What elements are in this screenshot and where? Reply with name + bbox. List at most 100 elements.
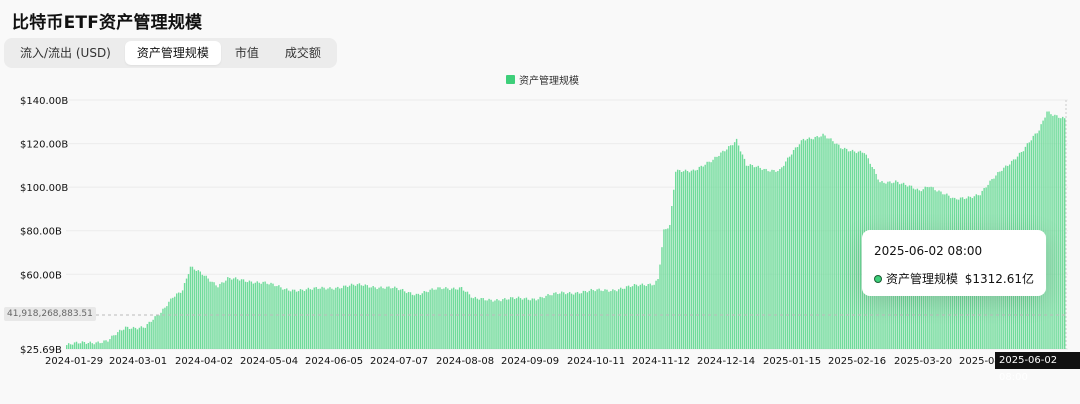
aum-bar-chart[interactable]: $25.69B $60.00B $80.00B $100.00B $120.00B $14… bbox=[0, 0, 1080, 404]
aum-bar bbox=[411, 294, 414, 349]
aum-bar bbox=[565, 294, 567, 349]
aum-bar bbox=[680, 171, 683, 349]
aum-bar bbox=[1054, 114, 1056, 349]
aum-bar bbox=[280, 287, 282, 349]
aum-bar bbox=[437, 287, 439, 349]
aum-bar bbox=[527, 299, 530, 349]
aum-bar bbox=[109, 339, 111, 349]
tooltip-series-name: 资产管理规模 bbox=[886, 272, 959, 286]
aum-bar bbox=[252, 283, 255, 349]
x-tick-label: 2025-01-15 bbox=[763, 356, 821, 367]
aum-bar bbox=[840, 148, 842, 349]
aum-bar bbox=[608, 291, 610, 349]
aum-bar bbox=[665, 229, 667, 349]
aum-bar bbox=[1060, 118, 1062, 349]
aum-bar bbox=[724, 151, 726, 349]
aum-bar bbox=[107, 341, 109, 349]
aum-bar bbox=[763, 168, 765, 349]
aum-bar bbox=[272, 283, 274, 349]
aum-bar bbox=[614, 290, 616, 349]
aum-bar bbox=[288, 290, 290, 349]
aum-bar bbox=[67, 343, 70, 349]
aum-bar bbox=[1064, 118, 1066, 350]
aum-bar bbox=[317, 288, 319, 349]
aum-bar bbox=[398, 290, 400, 349]
aum-bar bbox=[219, 283, 221, 349]
aum-bar bbox=[684, 169, 687, 349]
aum-bar bbox=[502, 299, 504, 349]
y-tick-label: $60.00B bbox=[20, 270, 62, 281]
aum-bar bbox=[1052, 115, 1054, 349]
aum-bar bbox=[75, 341, 78, 349]
aum-bar bbox=[117, 332, 119, 349]
aum-bar bbox=[390, 288, 392, 349]
aum-bar bbox=[549, 295, 551, 349]
aum-bar bbox=[739, 151, 742, 349]
aum-bar bbox=[256, 281, 258, 349]
aum-bar bbox=[836, 143, 838, 349]
aum-bar bbox=[834, 143, 836, 349]
aum-bar bbox=[244, 281, 247, 349]
aum-bar bbox=[401, 288, 404, 349]
aum-bar bbox=[667, 228, 669, 349]
aum-bar bbox=[618, 289, 620, 349]
aum-bar bbox=[504, 298, 506, 349]
aum-bar bbox=[225, 280, 227, 349]
aum-bar bbox=[769, 171, 771, 349]
aum-bar bbox=[291, 289, 294, 349]
aum-bar bbox=[140, 326, 143, 349]
aum-bar bbox=[97, 341, 99, 349]
aum-bar bbox=[761, 169, 763, 349]
aum-bar bbox=[796, 147, 799, 349]
aum-bar bbox=[818, 137, 820, 349]
aum-bar bbox=[172, 297, 174, 349]
aum-bar bbox=[600, 290, 602, 349]
aum-bar bbox=[460, 287, 463, 349]
x-axis-ticks: 2024-01-29 2024-03-01 2024-04-02 2024-05-04… bbox=[45, 356, 1001, 367]
aum-bar bbox=[1048, 111, 1050, 349]
x-tick-label: 2024-12-14 bbox=[697, 356, 755, 367]
aum-bar bbox=[661, 247, 663, 349]
aum-bar bbox=[431, 288, 433, 349]
aum-bar bbox=[832, 141, 834, 349]
aum-bar bbox=[77, 343, 80, 349]
aum-bar bbox=[596, 289, 598, 349]
aum-bar bbox=[671, 206, 673, 349]
aum-bar bbox=[309, 289, 312, 349]
aum-bar bbox=[824, 135, 826, 349]
aum-bar bbox=[843, 147, 846, 349]
aum-bar bbox=[191, 266, 194, 349]
aum-bar bbox=[551, 295, 553, 349]
aum-bar bbox=[451, 288, 453, 349]
x-tick-label: 2024-01-29 bbox=[45, 356, 103, 367]
aum-bar bbox=[376, 289, 378, 349]
aum-bar bbox=[574, 292, 577, 349]
aum-bar bbox=[181, 290, 184, 349]
aum-bar bbox=[566, 293, 569, 349]
aum-bar bbox=[513, 299, 516, 349]
aum-bar bbox=[509, 297, 512, 349]
aum-bar bbox=[472, 298, 475, 349]
aum-bar bbox=[586, 292, 589, 349]
aum-bar bbox=[187, 274, 190, 349]
aum-bar bbox=[207, 278, 209, 349]
aum-bar bbox=[445, 287, 447, 349]
aum-bar bbox=[229, 277, 231, 349]
aum-bar bbox=[659, 264, 661, 349]
aum-bar bbox=[1056, 115, 1058, 350]
aum-bar bbox=[508, 299, 510, 349]
aum-bar bbox=[612, 289, 614, 349]
aum-bar bbox=[629, 287, 632, 349]
aum-bar bbox=[119, 329, 121, 349]
tooltip-date: 2025-06-02 08:00 bbox=[874, 244, 983, 258]
aum-bar bbox=[673, 189, 675, 349]
aum-bar bbox=[146, 324, 148, 349]
aum-bar bbox=[274, 286, 276, 349]
aum-bar bbox=[814, 136, 816, 349]
aum-bar bbox=[771, 169, 773, 349]
aum-bar bbox=[142, 327, 145, 349]
aum-bar bbox=[543, 298, 545, 349]
aum-bar bbox=[676, 169, 679, 349]
aum-bar bbox=[368, 287, 370, 349]
aum-bar bbox=[221, 282, 223, 349]
